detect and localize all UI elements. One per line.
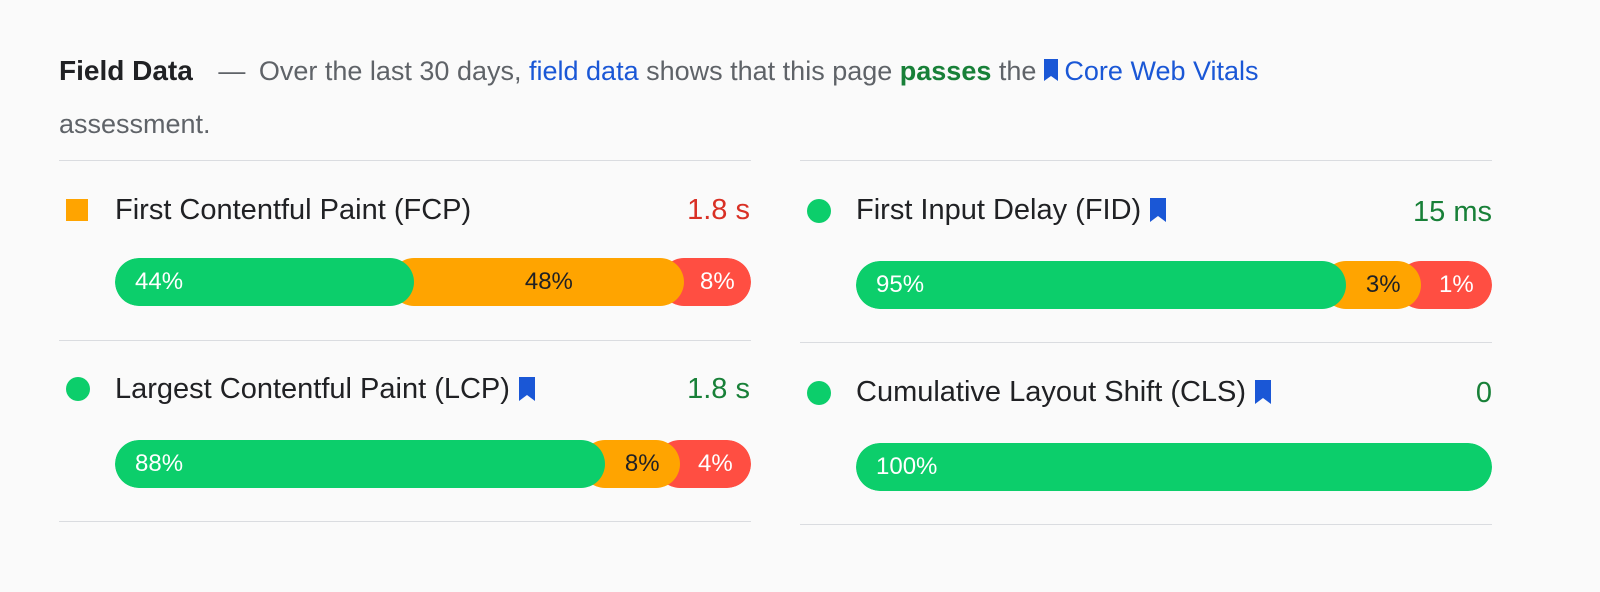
header-text: the — [998, 56, 1037, 86]
header-dash: — — [218, 56, 246, 86]
good-dot-icon — [66, 377, 90, 401]
divider — [59, 160, 751, 161]
divider — [59, 340, 751, 341]
divider — [59, 521, 751, 522]
good-dot-icon — [807, 381, 831, 405]
good-segment: 95% — [856, 261, 1346, 309]
good-segment: 88% — [115, 440, 605, 488]
distribution-bar: 95% 3% 1% — [856, 261, 1492, 309]
needs-improvement-segment: 48% — [390, 258, 684, 306]
distribution-bar: 88% 8% 4% — [115, 440, 751, 488]
good-segment: 44% — [115, 258, 415, 306]
distribution-bar: 44% 48% 8% — [115, 258, 751, 306]
metric-name: Largest Contentful Paint (LCP) — [115, 372, 510, 405]
field-data-header: Field Data — Over the last 30 days, fiel… — [59, 44, 1359, 151]
assessment-status: passes — [899, 56, 992, 86]
core-web-vitals-link[interactable]: Core Web Vitals — [1064, 56, 1258, 86]
bookmark-icon — [518, 377, 535, 401]
divider — [800, 524, 1492, 525]
metric-value: 0 — [1475, 377, 1492, 409]
distribution-bar: 100% — [856, 443, 1492, 491]
good-dot-icon — [807, 199, 831, 223]
metric-value: 15 ms — [1413, 196, 1492, 228]
bookmark-icon — [1044, 58, 1059, 81]
section-title: Field Data — [59, 55, 193, 86]
header-text: Over the last 30 days, — [258, 56, 522, 86]
header-text: assessment. — [59, 109, 211, 139]
needs-improvement-square-icon — [66, 199, 88, 221]
metric-name: Cumulative Layout Shift (CLS) — [856, 375, 1247, 408]
metric-value: 1.8 s — [687, 373, 750, 405]
divider — [800, 342, 1492, 343]
good-segment: 100% — [856, 443, 1492, 491]
metric-name: First Contentful Paint (FCP) — [115, 193, 472, 226]
metric-name: First Input Delay (FID) — [856, 193, 1142, 226]
field-data-link[interactable]: field data — [529, 56, 639, 86]
divider — [800, 160, 1492, 161]
metric-value: 1.8 s — [687, 194, 750, 226]
bookmark-icon — [1255, 380, 1272, 404]
bookmark-icon — [1150, 198, 1167, 222]
header-text: shows that this page — [646, 56, 893, 86]
